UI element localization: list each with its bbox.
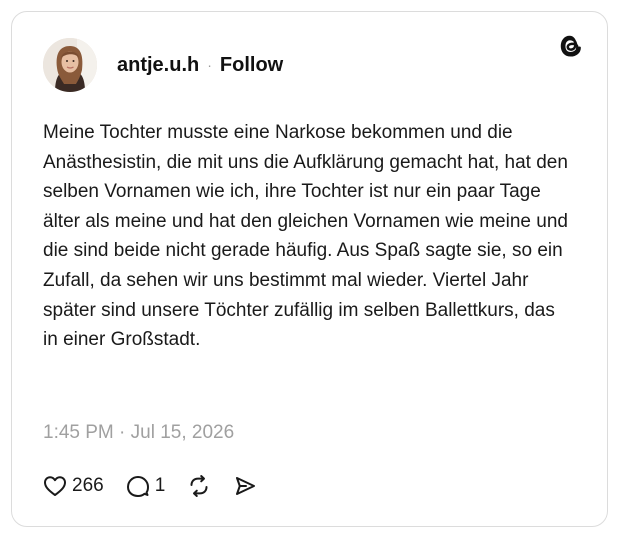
send-icon (236, 477, 256, 495)
post-timestamp[interactable]: 1:45 PM · Jul 15, 2026 (43, 422, 234, 444)
like-count: 266 (72, 475, 104, 496)
repost-button[interactable] (187, 474, 211, 498)
like-button[interactable]: 266 (43, 475, 104, 497)
reply-button[interactable]: 1 (126, 474, 166, 498)
header-separator: · (207, 57, 212, 73)
avatar[interactable] (43, 38, 97, 92)
author-username[interactable]: antje.u.h (117, 54, 199, 77)
threads-logo-icon[interactable] (557, 32, 585, 60)
heart-icon (44, 476, 66, 496)
speech-bubble-icon (126, 476, 149, 497)
action-bar: 266 1 (43, 471, 279, 501)
reply-count: 1 (154, 475, 166, 496)
share-button[interactable] (233, 474, 257, 498)
avatar-photo-icon (43, 38, 97, 92)
post-text: Meine Tochter musste eine Narkose bekomm… (43, 122, 568, 351)
follow-button[interactable]: Follow (220, 54, 283, 77)
repost-icon (190, 475, 208, 497)
post-header: antje.u.h · Follow (43, 38, 283, 92)
post-card: antje.u.h · Follow Meine Tochter musste … (11, 11, 608, 527)
